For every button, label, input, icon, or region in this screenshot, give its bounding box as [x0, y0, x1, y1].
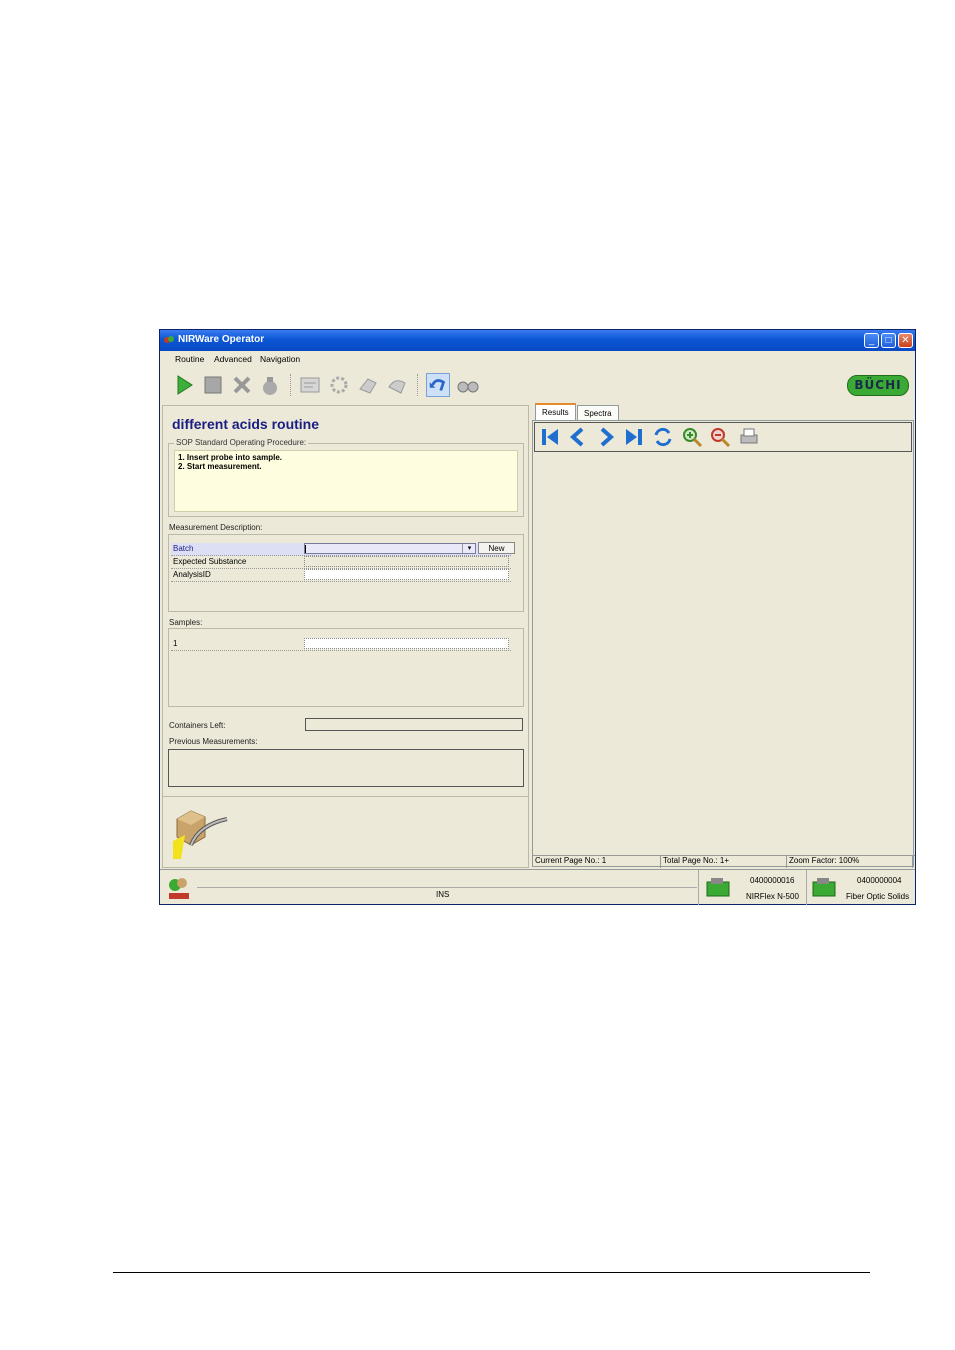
page-status-bar: Current Page No.: 1 Total Page No.: 1+ Z…: [533, 855, 915, 868]
analysis-id-label: AnalysisID: [173, 570, 211, 579]
undo-icon[interactable]: [426, 373, 450, 397]
previous-measurements-box: [168, 749, 524, 787]
current-page: Current Page No.: 1: [533, 856, 661, 868]
menu-navigation[interactable]: Navigation: [260, 354, 300, 364]
first-page-icon[interactable]: [539, 426, 561, 448]
nir-icon: [169, 878, 189, 899]
samples-label: Samples:: [169, 618, 203, 627]
tab-results[interactable]: Results: [535, 403, 576, 420]
cell-serial: 0400000004: [857, 876, 902, 885]
batch-row: Batch ▾ New: [171, 542, 515, 556]
text-cursor: [305, 545, 306, 553]
results-content: Current Page No.: 1 Total Page No.: 1+ Z…: [532, 420, 915, 868]
menu-advanced[interactable]: Advanced: [214, 354, 252, 364]
zoom-in-icon[interactable]: [681, 426, 703, 448]
hand-icon[interactable]: [385, 373, 409, 397]
instrument-serial: 0400000016: [750, 876, 795, 885]
toolbar-separator: [290, 374, 293, 396]
analysis-id-row: AnalysisID: [171, 569, 511, 582]
batch-label: Batch: [173, 544, 194, 553]
routine-panel: different acids routine SOP Standard Ope…: [162, 405, 529, 797]
routine-title: different acids routine: [172, 416, 320, 432]
measurement-cell-icon: [812, 878, 836, 897]
cell-name: Fiber Optic Solids: [846, 892, 910, 901]
page-footer-rule: [113, 1272, 870, 1273]
logo-text: BÜCHI: [854, 378, 902, 392]
binoculars-icon[interactable]: [456, 373, 480, 397]
ins-indicator: INS: [436, 890, 450, 899]
sop-label: SOP Standard Operating Procedure:: [174, 438, 309, 447]
expected-substance-label: Expected Substance: [173, 557, 247, 566]
menu-bar: Routine Advanced Navigation: [160, 351, 915, 368]
analysis-id-field[interactable]: [304, 569, 509, 580]
next-page-icon[interactable]: [595, 426, 617, 448]
sample-field[interactable]: [304, 638, 509, 649]
toolbar: [164, 370, 486, 400]
instruction-image-panel: [162, 796, 529, 868]
minimize-button[interactable]: _: [864, 333, 879, 348]
containers-left-field: [305, 718, 523, 731]
instrument-icon: [706, 878, 730, 897]
bag-icon[interactable]: [258, 373, 282, 397]
results-panel: Results Spectra Current Page No.: 1 Tota…: [531, 403, 915, 870]
status-bar: INS 0400000016 NIRFlex N-500 0400000004 …: [160, 869, 915, 905]
total-page: Total Page No.: 1+: [661, 856, 787, 868]
gear-refresh-icon[interactable]: [327, 373, 351, 397]
measurement-description-label: Measurement Description:: [169, 523, 263, 532]
application-window: NIRWare Operator _ □ ✕ Routine Advanced …: [159, 329, 916, 905]
window-title: NIRWare Operator: [178, 334, 265, 345]
title-bar[interactable]: NIRWare Operator _ □ ✕: [160, 330, 915, 351]
last-page-icon[interactable]: [623, 426, 645, 448]
maximize-button[interactable]: □: [881, 333, 896, 348]
instrument-name: NIRFlex N-500: [746, 892, 799, 901]
hand-icon[interactable]: [356, 373, 380, 397]
card-icon[interactable]: [298, 373, 322, 397]
divider: [698, 870, 699, 905]
expected-substance-field[interactable]: [304, 556, 509, 567]
refresh-icon[interactable]: [652, 426, 674, 448]
delete-icon[interactable]: [230, 373, 254, 397]
buchi-logo: BÜCHI: [847, 375, 909, 396]
navigation-toolbar: [534, 422, 912, 452]
divider: [806, 870, 807, 905]
new-batch-button[interactable]: New: [478, 542, 515, 554]
print-icon[interactable]: [738, 426, 760, 448]
sample-number: 1: [173, 639, 178, 648]
menu-routine[interactable]: Routine: [175, 354, 204, 364]
toolbar-separator: [417, 374, 420, 396]
sop-line: 1. Insert probe into sample.: [178, 453, 283, 462]
sop-line: 2. Start measurement.: [178, 462, 262, 471]
probe-sample-icon: [173, 810, 228, 859]
close-button[interactable]: ✕: [898, 333, 913, 348]
batch-select[interactable]: ▾: [304, 543, 476, 554]
sop-text: 1. Insert probe into sample. 2. Start me…: [174, 450, 518, 512]
previous-measurements-label: Previous Measurements:: [169, 737, 258, 746]
play-icon[interactable]: [172, 373, 196, 397]
stop-icon[interactable]: [201, 373, 225, 397]
zoom-factor: Zoom Factor: 100%: [787, 856, 913, 868]
chevron-down-icon[interactable]: ▾: [462, 544, 476, 553]
containers-left-label: Containers Left:: [169, 721, 226, 730]
zoom-out-icon[interactable]: [709, 426, 731, 448]
prev-page-icon[interactable]: [567, 426, 589, 448]
sample-row: 1: [171, 638, 511, 651]
tab-spectra[interactable]: Spectra: [577, 405, 619, 420]
expected-substance-row: Expected Substance: [171, 556, 511, 569]
app-icon: [164, 336, 174, 343]
